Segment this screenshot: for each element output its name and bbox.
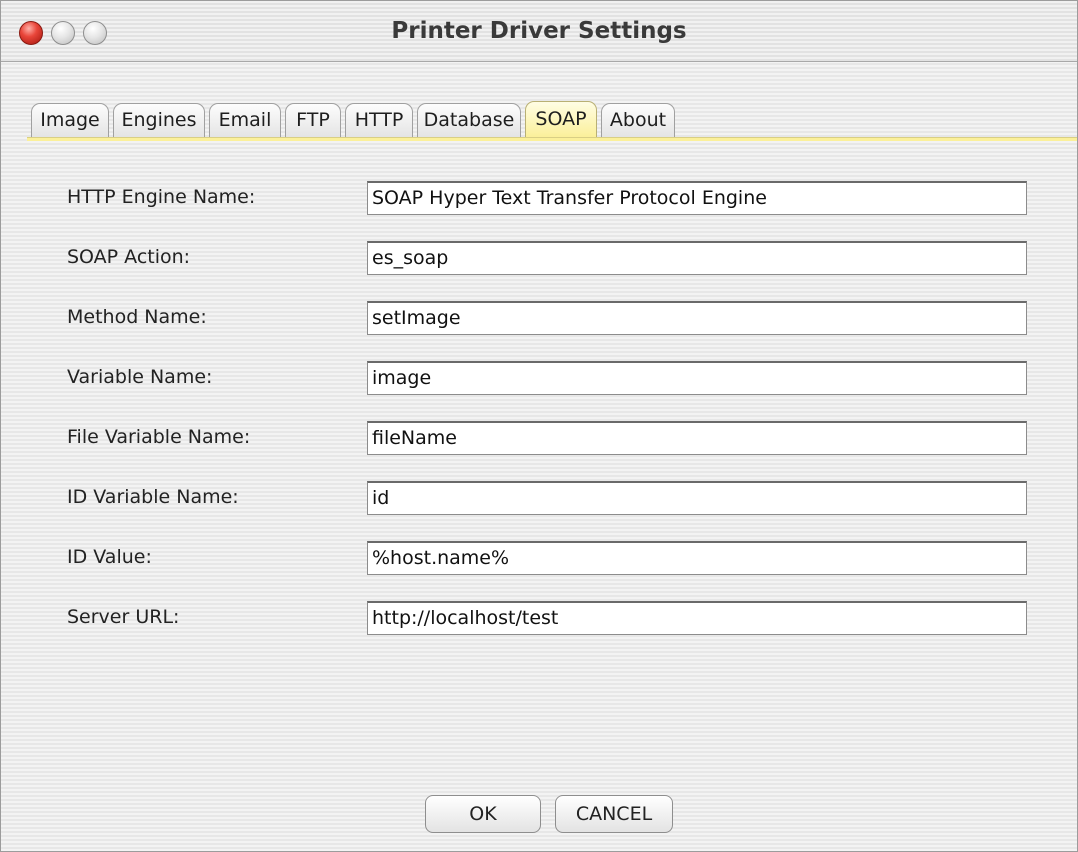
server-url-value: http://localhost/test [372,607,559,629]
id-value-field[interactable]: %host.name% [367,541,1027,575]
id-variable-name-value: id [372,487,390,509]
tab-about[interactable]: About [601,103,675,137]
method-name-field[interactable]: setImage [367,301,1027,335]
server-url-label: Server URL: [67,606,180,628]
http-engine-name-field[interactable]: SOAP Hyper Text Transfer Protocol Engine [367,181,1027,215]
variable-name-label: Variable Name: [67,366,213,388]
method-name-value: setImage [372,307,461,329]
soap-action-value: es_soap [372,247,449,269]
tab-http[interactable]: HTTP [345,103,413,137]
tab-engines[interactable]: Engines [113,103,205,137]
ok-button[interactable]: OK [425,795,541,833]
soap-action-label: SOAP Action: [67,246,191,268]
soap-action-field[interactable]: es_soap [367,241,1027,275]
window-title: Printer Driver Settings [391,18,687,44]
variable-name-field[interactable]: image [367,361,1027,395]
http-engine-name-value: SOAP Hyper Text Transfer Protocol Engine [372,187,767,209]
method-name-label: Method Name: [67,306,207,328]
id-variable-name-label: ID Variable Name: [67,486,239,508]
file-variable-name-field[interactable]: fileName [367,421,1027,455]
server-url-field[interactable]: http://localhost/test [367,601,1027,635]
http-engine-name-label: HTTP Engine Name: [67,186,256,208]
file-variable-name-label: File Variable Name: [67,426,251,448]
id-value-value: %host.name% [372,547,510,569]
file-variable-name-value: fileName [372,427,457,449]
tab-email[interactable]: Email [209,103,281,137]
cancel-button[interactable]: CANCEL [555,795,673,833]
title-bar: Printer Driver Settings [1,1,1077,62]
tab-ftp[interactable]: FTP [285,103,341,137]
id-value-label: ID Value: [67,546,152,568]
printer-driver-settings-window: Printer Driver Settings Image Engines Em… [0,0,1078,852]
tab-soap[interactable]: SOAP [525,101,597,137]
id-variable-name-field[interactable]: id [367,481,1027,515]
tab-image[interactable]: Image [31,103,109,137]
tab-database[interactable]: Database [417,103,521,137]
tab-panel-divider [27,137,1077,141]
variable-name-value: image [372,367,432,389]
